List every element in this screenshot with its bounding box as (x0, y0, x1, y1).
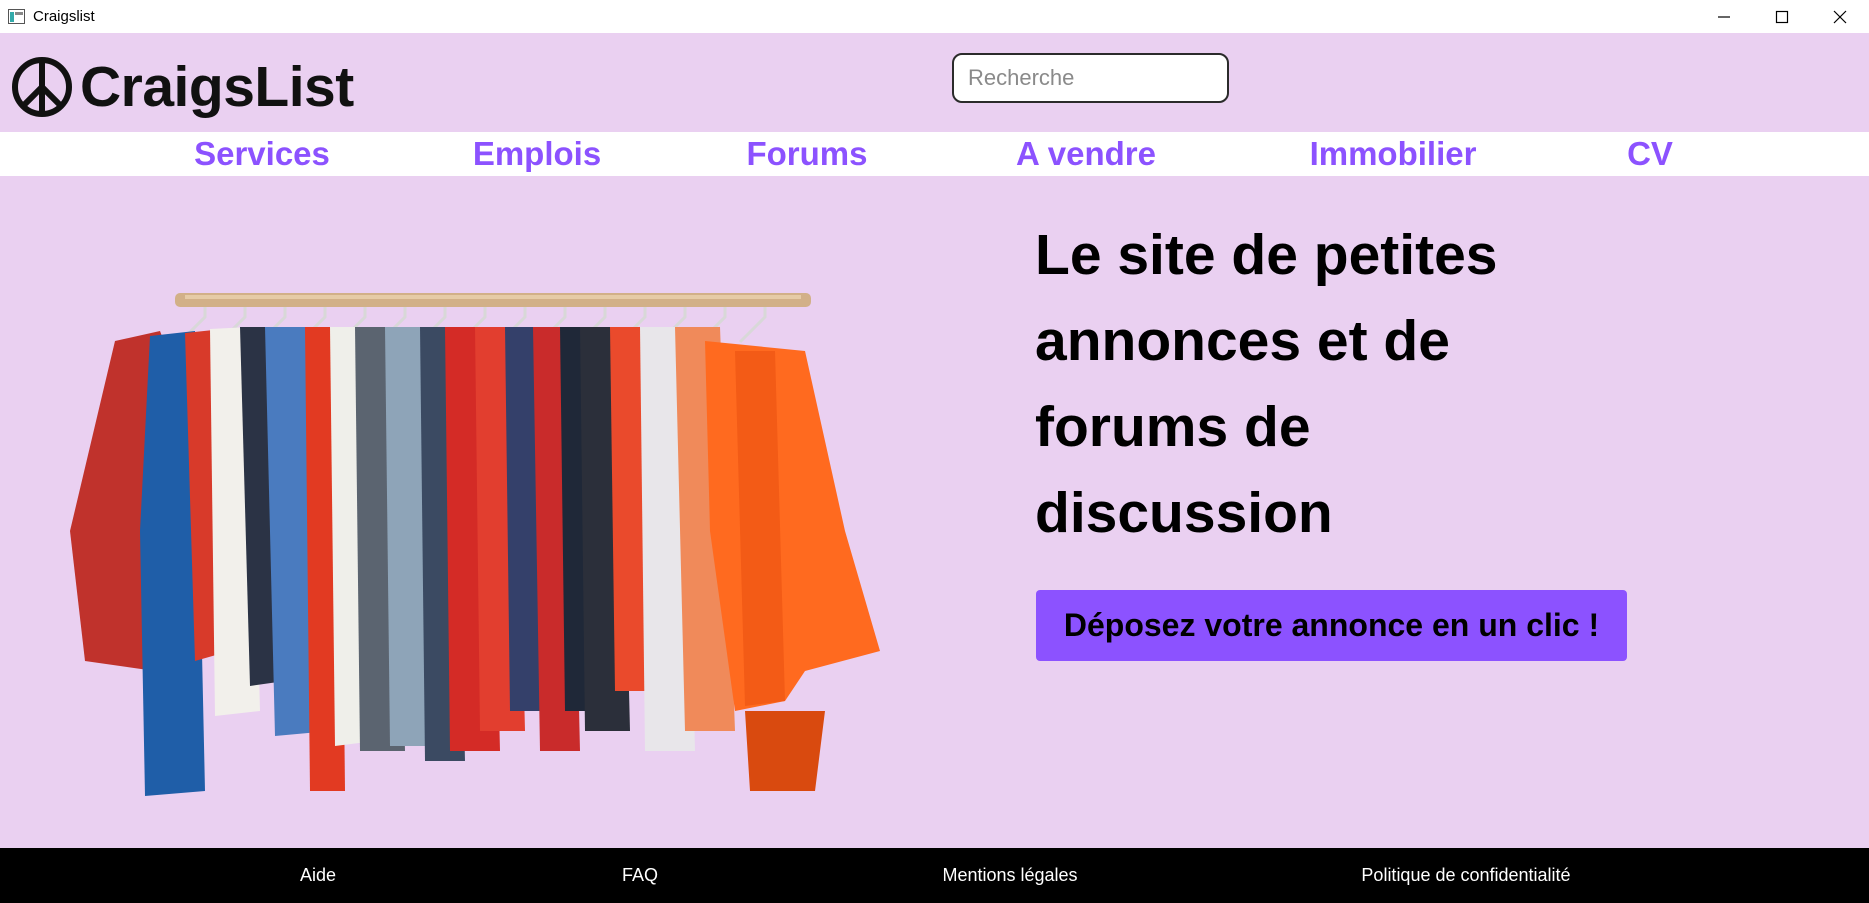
window-title: Craigslist (33, 8, 95, 25)
footer-link-faq[interactable]: FAQ (622, 848, 658, 903)
nav-item-cv[interactable]: CV (1627, 132, 1673, 176)
clothing-rack-image (70, 293, 880, 796)
peace-symbol-icon (12, 57, 72, 117)
post-ad-button[interactable]: Déposez votre annonce en un clic ! (1036, 590, 1627, 661)
footer-link-mentions-legales[interactable]: Mentions légales (942, 848, 1077, 903)
close-icon (1833, 10, 1847, 23)
search-input[interactable] (952, 53, 1229, 103)
nav-item-services[interactable]: Services (194, 132, 330, 176)
nav-item-a-vendre[interactable]: A vendre (1016, 132, 1156, 176)
site-footer: Aide FAQ Mentions légales Politique de c… (0, 848, 1869, 903)
nav-item-forums[interactable]: Forums (746, 132, 867, 176)
site-logo-text: CraigsList (80, 54, 354, 119)
site-logo[interactable]: CraigsList (10, 55, 354, 119)
hero-headline: Le site de petites annonces et de forums… (1035, 223, 1498, 545)
footer-link-politique-confidentialite[interactable]: Politique de confidentialité (1361, 848, 1570, 903)
nav-item-immobilier[interactable]: Immobilier (1310, 132, 1477, 176)
minimize-button[interactable] (1695, 0, 1753, 33)
site-header: CraigsList (0, 33, 1869, 132)
hero-section: Le site de petites annonces et de forums… (0, 176, 1869, 848)
app-icon (8, 9, 25, 24)
main-nav: Services Emplois Forums A vendre Immobil… (0, 132, 1869, 176)
window-title-bar: Craigslist (0, 0, 1869, 33)
close-button[interactable] (1811, 0, 1869, 33)
maximize-icon (1775, 10, 1789, 23)
footer-link-aide[interactable]: Aide (300, 848, 336, 903)
nav-item-emplois[interactable]: Emplois (473, 132, 601, 176)
minimize-icon (1718, 15, 1730, 18)
maximize-button[interactable] (1753, 0, 1811, 33)
